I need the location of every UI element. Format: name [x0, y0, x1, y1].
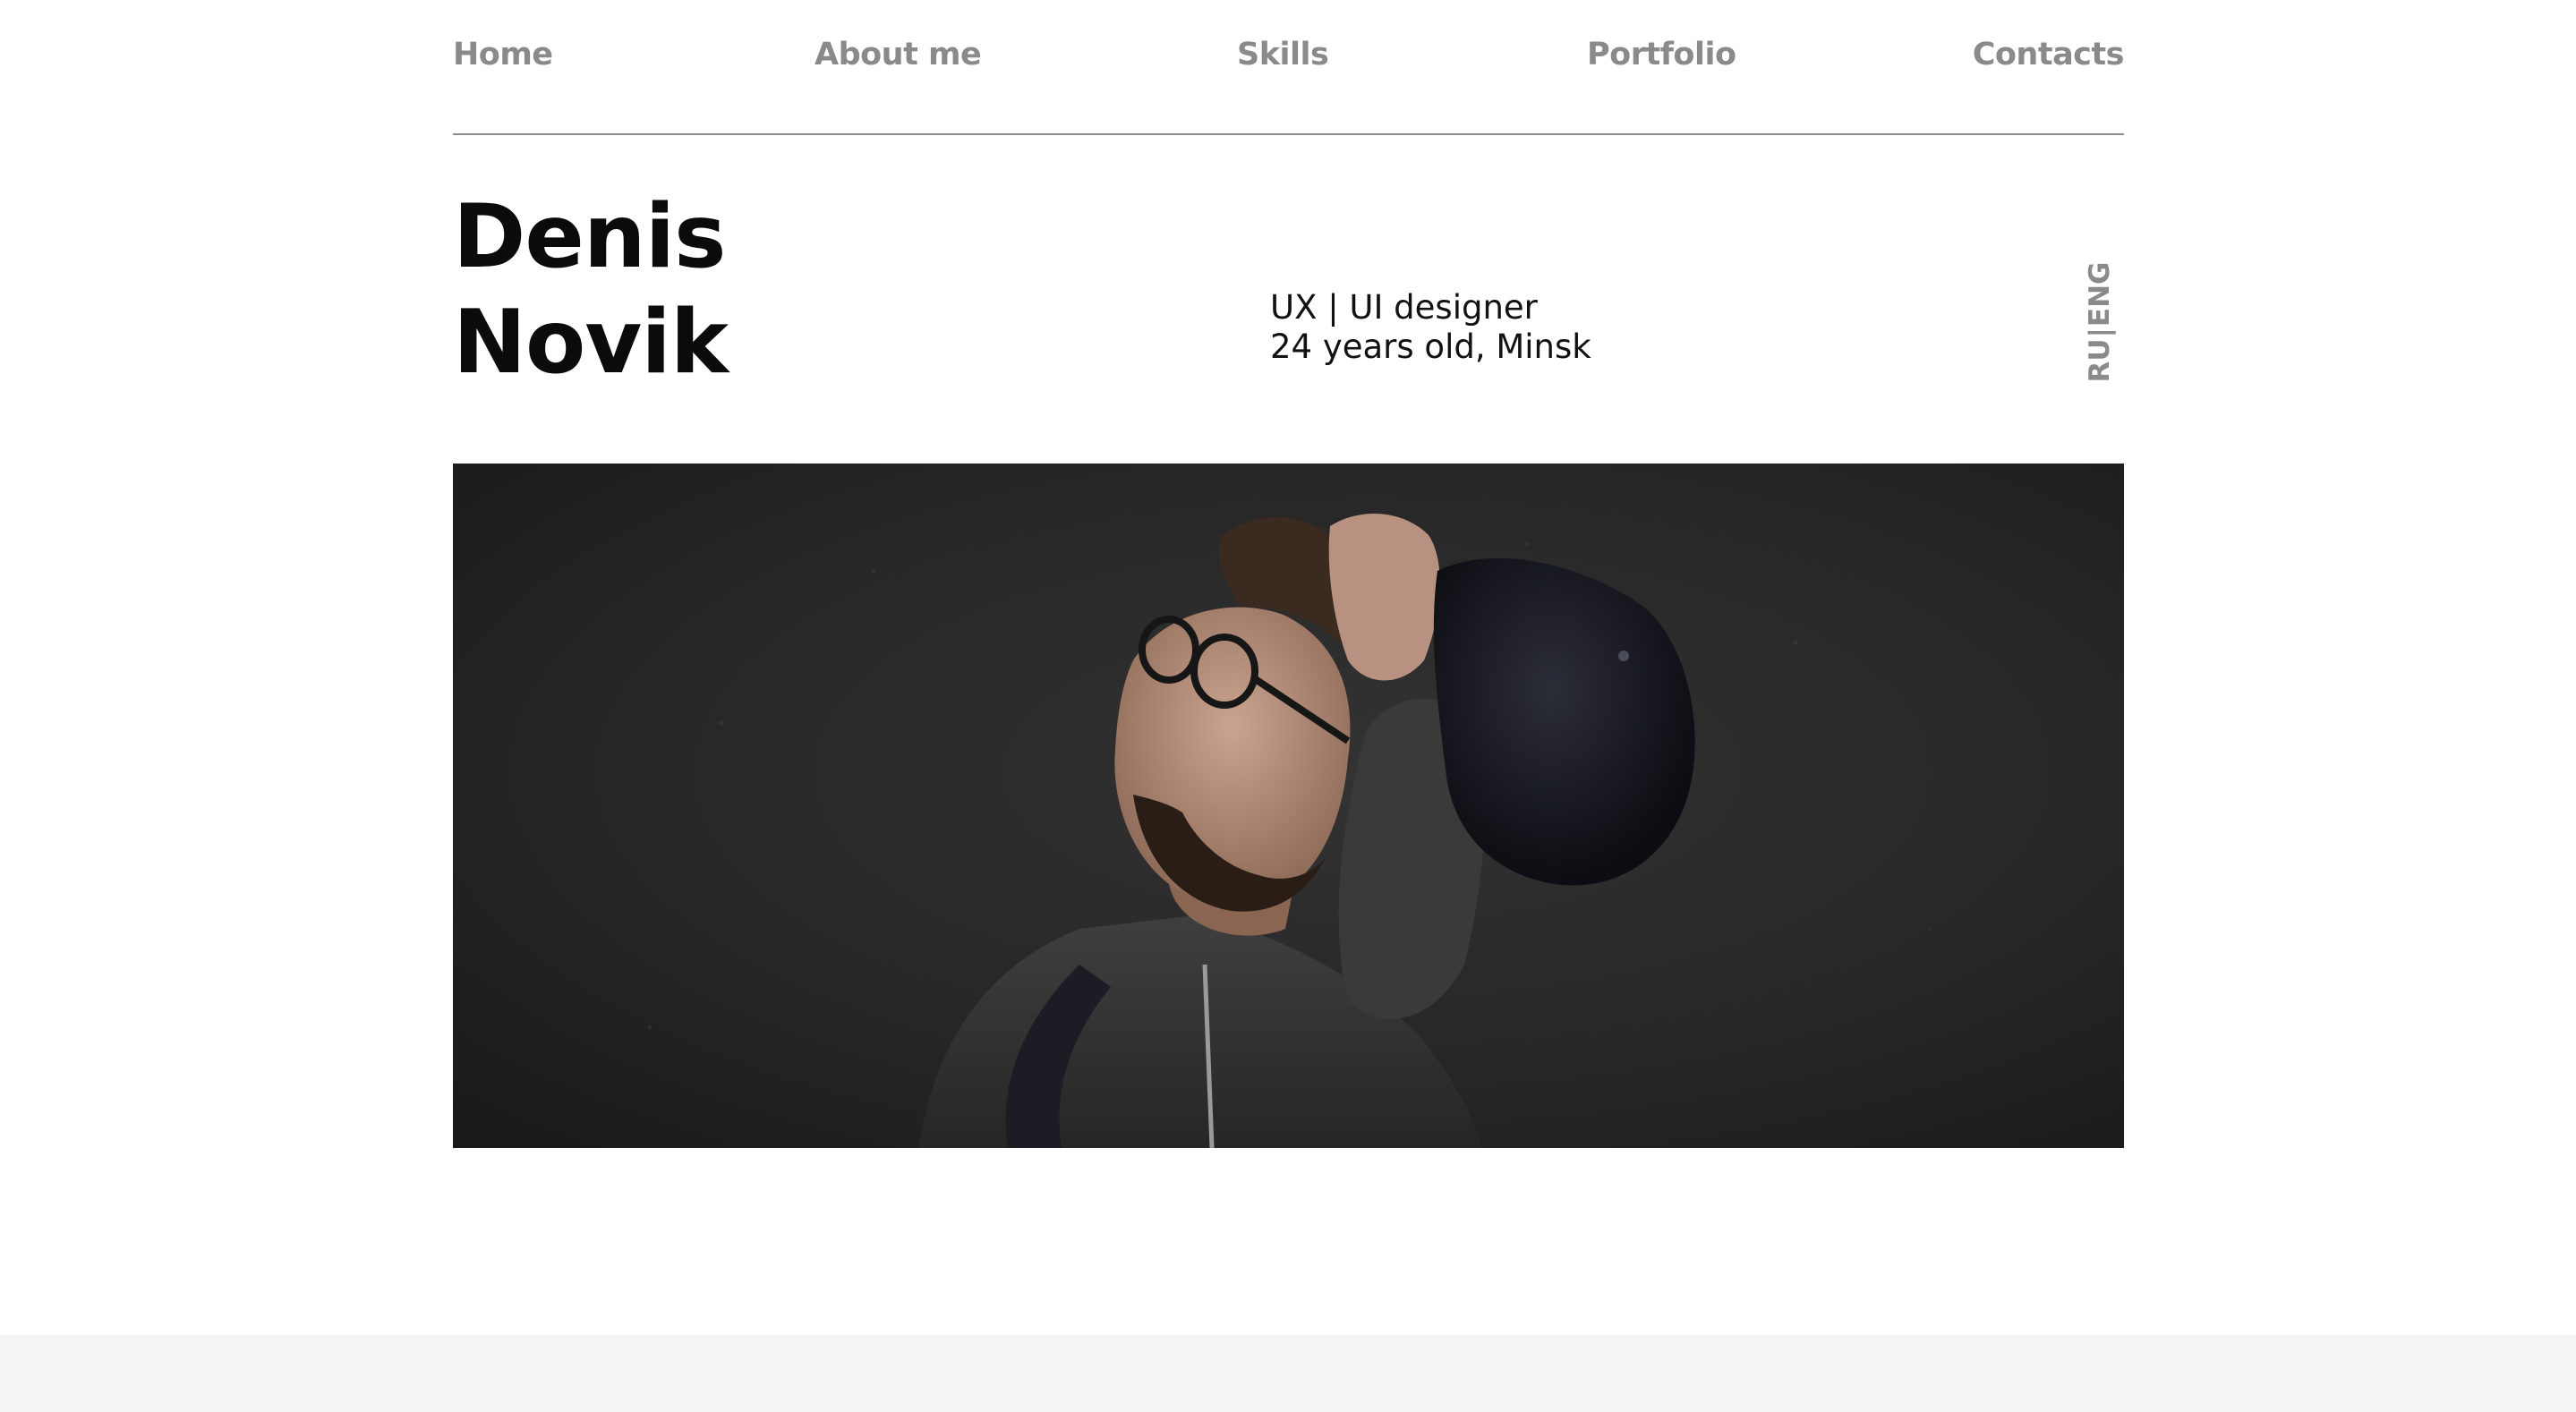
hero-photo: [453, 464, 2124, 1148]
footer-band: [0, 1335, 2576, 1412]
header-divider: [453, 133, 2124, 135]
age-location-text: 24 years old, Minsk: [1270, 327, 1591, 366]
role-text: UX | UI designer: [1270, 288, 1538, 327]
profile-info: UX | UI designer 24 years old, Minsk: [1270, 288, 1591, 367]
lang-eng-link[interactable]: ENG: [2084, 262, 2116, 327]
last-name: Novik: [453, 292, 729, 394]
first-name: Denis: [453, 186, 727, 288]
nav-portfolio-link[interactable]: Portfolio: [1587, 30, 1736, 79]
page: Home About me Skills Portfolio Contacts …: [0, 0, 2576, 1412]
portrait-image: [453, 464, 2124, 1148]
lang-separator: |: [2084, 327, 2116, 338]
main-nav: Home About me Skills Portfolio Contacts: [453, 30, 2125, 84]
lang-ru-link[interactable]: RU: [2084, 338, 2116, 382]
nav-home-link[interactable]: Home: [453, 30, 553, 79]
nav-skills-link[interactable]: Skills: [1237, 30, 1329, 79]
nav-contacts-link[interactable]: Contacts: [1973, 30, 2125, 79]
page-title: Denis Novik: [453, 184, 729, 396]
language-switcher: RU|ENG: [2082, 262, 2118, 383]
nav-about-link[interactable]: About me: [815, 30, 982, 79]
